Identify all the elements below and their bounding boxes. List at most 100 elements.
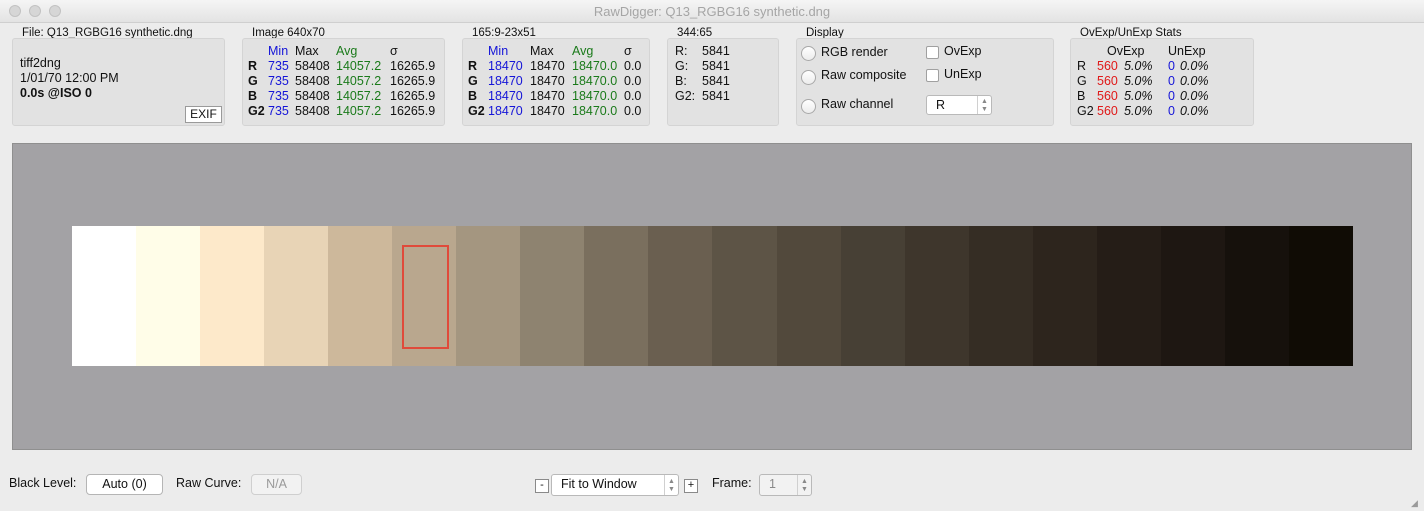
min-value: 735 [268, 74, 289, 88]
title-bar: RawDigger: Q13_RGBG16 synthetic.dng [0, 0, 1424, 23]
avg-value: 14057.2 [336, 89, 382, 103]
color-patch [712, 226, 777, 366]
resize-grip-icon[interactable]: ◢ [1411, 498, 1421, 508]
table-row: G2 560 5.0% 0 0.0% [1077, 104, 1220, 119]
header-min: Min [488, 44, 509, 58]
min-value: 18470 [488, 104, 523, 118]
header-max: Max [530, 44, 554, 58]
color-patch [328, 226, 393, 366]
raw-channel-label: Raw channel [821, 97, 894, 111]
table-row: G 560 5.0% 0 0.0% [1077, 74, 1220, 89]
pixel-value: 5841 [702, 44, 730, 58]
max-value: 18470 [530, 89, 565, 103]
zoom-select[interactable]: Fit to Window ▲ ▼ [551, 474, 679, 496]
color-patch-strip [72, 226, 1353, 366]
unexp-percent: 0.0% [1180, 59, 1209, 73]
ovexp-percent: 5.0% [1124, 74, 1153, 88]
max-value: 58408 [295, 59, 330, 73]
table-row: G2 18470 18470 18470.0 0.0 [468, 104, 652, 119]
channel-label: G2: [675, 89, 696, 103]
header-min: Min [268, 44, 289, 58]
raw-channel-select[interactable]: R ▲ ▼ [926, 95, 992, 115]
channel-label: G2 [468, 104, 485, 118]
avg-value: 18470.0 [572, 59, 618, 73]
frame-select[interactable]: 1 ▲ ▼ [759, 474, 812, 496]
zoom-in-button[interactable]: + [684, 479, 698, 493]
color-patch [776, 226, 841, 366]
header-sigma: σ [390, 44, 398, 58]
channel-label: B [248, 89, 258, 103]
channel-label: G2 [1077, 104, 1094, 118]
header-sigma: σ [624, 44, 632, 58]
frame-value: 1 [769, 477, 776, 491]
frame-label: Frame: [712, 476, 752, 490]
min-value: 18470 [488, 89, 523, 103]
table-row: G2: 5841 [675, 89, 742, 104]
avg-value: 18470.0 [572, 74, 618, 88]
max-value: 58408 [295, 89, 330, 103]
sigma-value: 16265.9 [390, 104, 436, 118]
rgb-render-radio[interactable] [801, 46, 816, 61]
raw-composite-radio[interactable] [801, 70, 816, 85]
black-level-button[interactable]: Auto (0) [86, 474, 163, 495]
zoom-out-button[interactable]: - [535, 479, 549, 493]
color-patch [1160, 226, 1225, 366]
ovexp-percent: 5.0% [1124, 89, 1153, 103]
avg-value: 14057.2 [336, 74, 382, 88]
chevron-updown-icon: ▲ ▼ [664, 475, 678, 495]
color-patch [968, 226, 1033, 366]
channel-label: G: [675, 59, 689, 73]
color-patch [456, 226, 521, 366]
min-value: 735 [268, 89, 289, 103]
ovunexp-table: OvExp UnExp R 560 5.0% 0 0.0% G 560 5.0%… [1077, 44, 1220, 119]
avg-value: 18470.0 [572, 104, 618, 118]
color-patch [520, 226, 585, 366]
channel-label: G2 [248, 104, 265, 118]
black-level-label: Black Level: [9, 476, 77, 490]
channel-label: G [248, 74, 258, 88]
rgb-render-label: RGB render [821, 45, 888, 59]
min-value: 735 [268, 104, 289, 118]
unexp-checkbox[interactable] [926, 69, 939, 82]
max-value: 18470 [530, 59, 565, 73]
unexp-count: 0 [1168, 104, 1175, 118]
sigma-value: 0.0 [624, 74, 642, 88]
raw-composite-label: Raw composite [821, 68, 907, 82]
min-value: 18470 [488, 59, 523, 73]
color-patch [648, 226, 713, 366]
unexp-label: UnExp [944, 67, 982, 81]
exif-button[interactable]: EXIF [185, 106, 222, 123]
color-patch [72, 226, 137, 366]
pixel-value: 5841 [702, 59, 730, 73]
table-row: G: 5841 [675, 59, 742, 74]
table-row: G2 735 58408 14057.2 16265.9 [248, 104, 440, 119]
raw-channel-radio[interactable] [801, 99, 816, 114]
sigma-value: 16265.9 [390, 59, 436, 73]
chevron-updown-icon: ▲ ▼ [797, 475, 811, 495]
ovexp-count: 560 [1097, 59, 1118, 73]
unexp-percent: 0.0% [1180, 89, 1209, 103]
unexp-percent: 0.0% [1180, 74, 1209, 88]
channel-label: R [248, 59, 258, 73]
unexp-count: 0 [1168, 89, 1175, 103]
color-patch [840, 226, 905, 366]
ovexp-checkbox[interactable] [926, 46, 939, 59]
table-row: R 560 5.0% 0 0.0% [1077, 59, 1220, 74]
color-patch [1096, 226, 1161, 366]
header-avg: Avg [572, 44, 594, 58]
unexp-count: 0 [1168, 59, 1175, 73]
table-row: R 18470 18470 18470.0 0.0 [468, 59, 652, 74]
channel-label: R: [675, 44, 688, 58]
ovexp-count: 560 [1097, 104, 1118, 118]
table-row: G 18470 18470 18470.0 0.0 [468, 74, 652, 89]
raw-curve-button[interactable]: N/A [251, 474, 302, 495]
selection-rectangle[interactable] [402, 245, 449, 349]
channel-label: R [468, 59, 478, 73]
image-preview-canvas[interactable] [12, 143, 1412, 450]
header-unexp: UnExp [1168, 44, 1206, 58]
selection-stats-table: Min Max Avg σ R 18470 18470 18470.0 0.0 … [468, 44, 652, 119]
max-value: 58408 [295, 74, 330, 88]
channel-label: B: [675, 74, 687, 88]
header-avg: Avg [336, 44, 358, 58]
color-patch [1288, 226, 1353, 366]
